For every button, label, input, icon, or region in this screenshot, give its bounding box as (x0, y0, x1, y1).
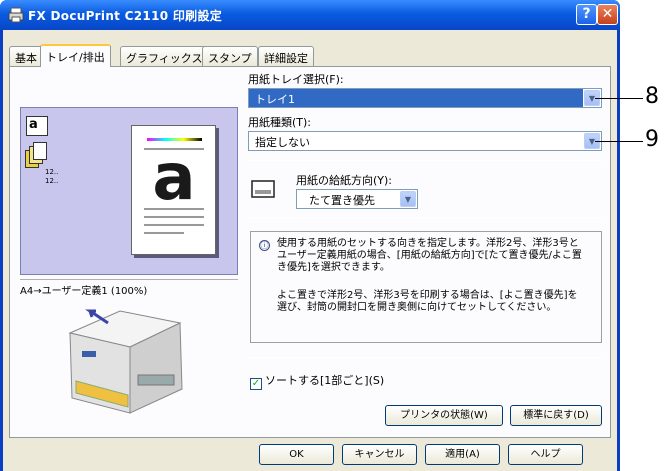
window-title: FX DocuPrint C2110 印刷設定 (28, 9, 223, 23)
ok-button[interactable]: OK (259, 444, 334, 465)
size-label-1: 12.. (45, 168, 59, 176)
info-box: ⓘ 使用する用紙のセットする向きを指定します。洋形2号、洋形3号とユーザー定義用… (250, 231, 602, 343)
paper-tray-select[interactable]: トレイ1 ▼ (248, 88, 602, 108)
title-bar[interactable]: FX DocuPrint C2110 印刷設定 ? ✕ (0, 0, 620, 30)
info-icon: ⓘ (259, 240, 270, 251)
separator (248, 160, 602, 161)
chevron-down-icon[interactable]: ▼ (400, 191, 416, 207)
reset-defaults-button[interactable]: 標準に戻す(D) (510, 405, 602, 426)
tray-output-panel: a 12.. 12.. a A4→ユーザー定義1 (100%) 用紙トレイ選択(… (9, 66, 611, 438)
tab-graphics[interactable]: グラフィックス (120, 46, 209, 66)
help-title-button[interactable]: ? (576, 4, 597, 25)
paper-type-value: 指定しない (255, 136, 310, 149)
callout-line-8 (595, 98, 643, 99)
dialog-client-area: 基本 トレイ/排出 グラフィックス スタンプ 詳細設定 a 12.. 12.. (3, 30, 617, 471)
info-paragraph-1: 使用する用紙のセットする向きを指定します。洋形2号、洋形3号とユーザー定義用紙の… (277, 238, 582, 273)
paper-type-select[interactable]: 指定しない ▼ (248, 131, 602, 151)
feed-direction-value: たて置き優先 (309, 194, 375, 207)
paper-type-label: 用紙種類(T): (248, 116, 312, 129)
feed-direction-label: 用紙の給紙方向(Y): (296, 174, 393, 187)
printer-status-button[interactable]: プリンタの状態(W) (385, 405, 503, 426)
size-label-2: 12.. (45, 177, 59, 185)
paper-orientation-icon (251, 180, 275, 198)
paper-tray-value: トレイ1 (249, 89, 583, 107)
close-window-button[interactable]: ✕ (597, 4, 618, 25)
tab-basic[interactable]: 基本 (9, 46, 43, 66)
callout-line-9 (595, 141, 643, 142)
printer-settings-window: FX DocuPrint C2110 印刷設定 ? ✕ 基本 トレイ/排出 グラ… (0, 0, 620, 471)
callout-9: 9 (645, 127, 659, 152)
help-button[interactable]: ヘルプ (508, 444, 583, 465)
cancel-button[interactable]: キャンセル (342, 444, 417, 465)
separator (248, 217, 602, 218)
preview-caption: A4→ユーザー定義1 (100%) (20, 279, 238, 297)
info-paragraph-2: よこ置きで洋形2号、洋形3号を印刷する場合は、[よこ置き優先]を選び、封筒の開封… (277, 290, 578, 313)
feed-direction-select[interactable]: たて置き優先 ▼ (296, 189, 418, 209)
sample-letter: a (152, 141, 196, 215)
paper-preview: a 12.. 12.. a (20, 107, 238, 275)
collate-checkbox[interactable]: ✓ (250, 378, 262, 390)
collate-label: ソートする[1部ごと](S) (265, 374, 385, 387)
paper-tray-label: 用紙トレイ選択(F): (248, 73, 344, 86)
tab-stamp[interactable]: スタンプ (202, 46, 258, 66)
printer-icon (8, 7, 24, 23)
apply-button[interactable]: 適用(A) (425, 444, 500, 465)
collate-option[interactable]: ✓ ソートする[1部ごと](S) (250, 372, 384, 390)
tab-tray-output[interactable]: トレイ/排出 (40, 44, 111, 67)
input-paper-icon: a (26, 116, 48, 136)
output-sheet: a (131, 125, 216, 255)
printer-illustration-icon (68, 309, 183, 414)
separator (248, 357, 602, 358)
callout-8: 8 (645, 84, 659, 109)
tab-advanced[interactable]: 詳細設定 (258, 46, 314, 66)
